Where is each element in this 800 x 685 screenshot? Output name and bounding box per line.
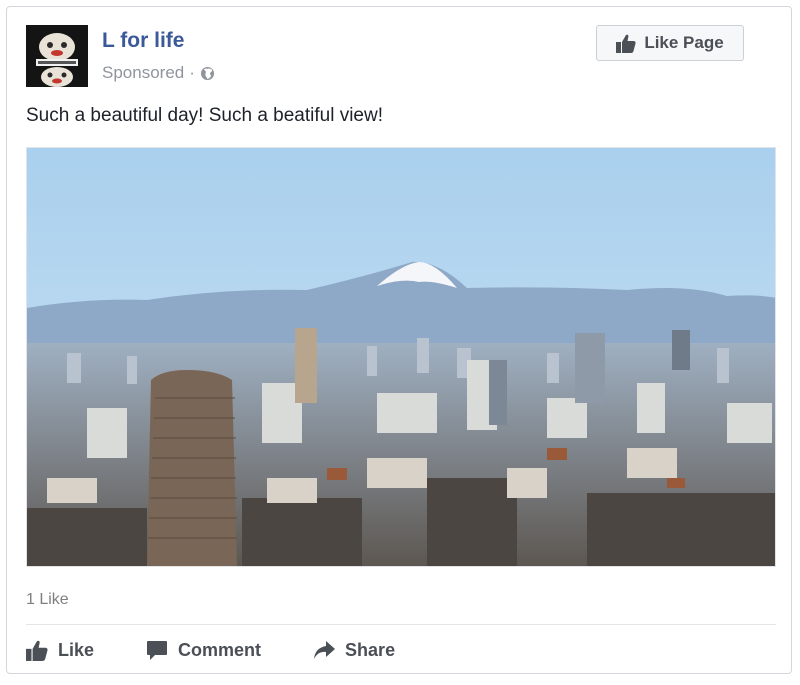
page-name-link[interactable]: L for life	[102, 29, 184, 53]
avatar-image	[26, 25, 88, 87]
city-skyline-image	[27, 148, 775, 566]
like-button[interactable]: Like	[26, 640, 94, 661]
post-image[interactable]	[26, 147, 776, 567]
page-avatar[interactable]	[26, 25, 88, 87]
comment-label: Comment	[178, 639, 262, 660]
meta-separator: ·	[189, 63, 195, 82]
action-bar: Like Comment Share	[26, 635, 395, 665]
like-page-label: Like Page	[644, 33, 724, 52]
comment-button[interactable]: Comment	[146, 640, 261, 661]
like-label: Like	[58, 639, 95, 660]
likes-count-link[interactable]: 1 Like	[26, 591, 69, 609]
post-meta: Sponsored ·	[102, 63, 215, 83]
comment-icon	[146, 640, 168, 661]
globe-icon	[200, 66, 215, 81]
post-text: Such a beautiful day! Such a beatiful vi…	[26, 105, 384, 126]
thumbs-up-icon	[616, 34, 636, 53]
sponsored-label: Sponsored	[102, 63, 185, 82]
like-page-button[interactable]: Like Page	[596, 25, 744, 61]
sponsored-post-card: L for life Sponsored · Like Page Such a …	[6, 6, 792, 674]
thumbs-up-icon	[26, 640, 48, 661]
share-label: Share	[345, 639, 396, 660]
share-arrow-icon	[313, 640, 336, 660]
share-button[interactable]: Share	[313, 640, 395, 661]
action-divider	[26, 624, 776, 625]
